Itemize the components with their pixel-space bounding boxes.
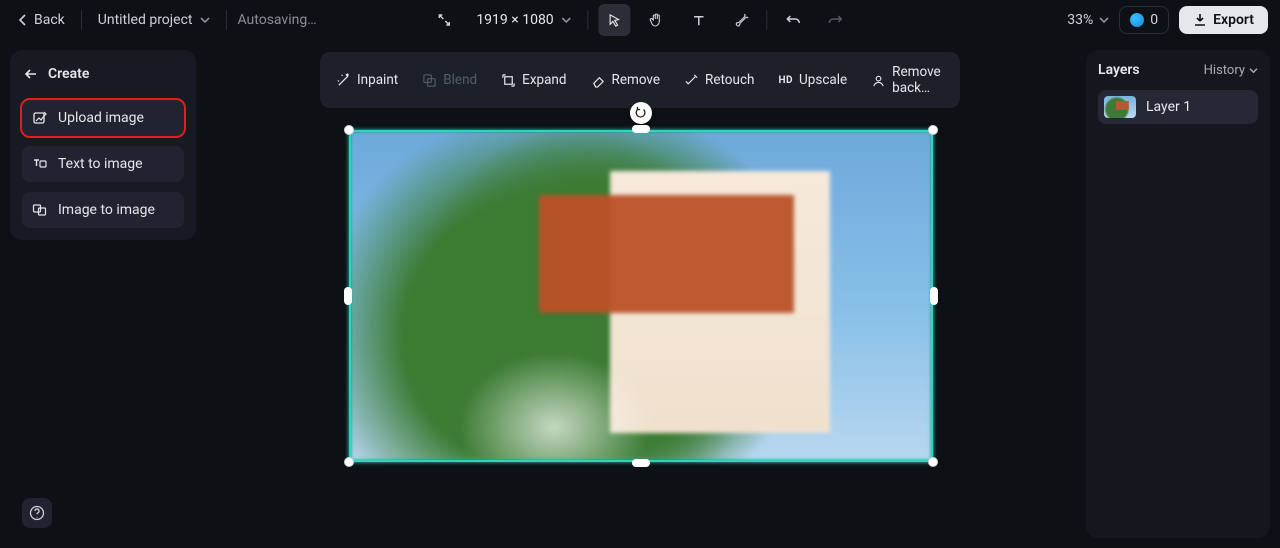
undo-button[interactable] <box>778 4 810 36</box>
resize-handle-right[interactable] <box>930 287 938 305</box>
rotate-handle[interactable] <box>630 102 652 124</box>
zoom-value: 33% <box>1067 12 1093 28</box>
remove-button[interactable]: Remove <box>579 64 673 96</box>
expand-button[interactable]: Expand <box>489 64 578 96</box>
resize-handle-bl[interactable] <box>344 457 354 467</box>
remove-label: Remove <box>612 72 661 88</box>
canvas-selection[interactable] <box>349 130 933 462</box>
chevron-down-icon <box>562 16 572 24</box>
rotate-icon <box>634 106 648 120</box>
inpaint-label: Inpaint <box>357 72 398 88</box>
eraser-icon <box>591 73 606 88</box>
credits-pill[interactable]: 0 <box>1119 6 1169 34</box>
divider <box>767 10 768 30</box>
chevron-left-icon <box>18 14 28 26</box>
retouch-label: Retouch <box>705 72 754 88</box>
undo-icon <box>786 13 802 27</box>
upload-image-label: Upload image <box>58 110 144 126</box>
image-to-image-label: Image to image <box>58 202 155 218</box>
resize-canvas-button[interactable] <box>428 4 460 36</box>
back-button[interactable]: Back <box>12 8 71 32</box>
resize-handle-tr[interactable] <box>928 125 938 135</box>
context-toolbar: Inpaint Blend Expand Remove Retouch HD U… <box>320 52 960 108</box>
text-to-image-label: Text to image <box>58 156 143 172</box>
upscale-label: Upscale <box>799 72 847 88</box>
remove-bg-icon <box>871 73 886 88</box>
create-panel: Create Upload image Text to image Image … <box>10 50 196 240</box>
blend-button: Blend <box>410 64 489 96</box>
resize-handle-top[interactable] <box>632 125 650 133</box>
canvas-image[interactable] <box>349 130 933 462</box>
pan-tool-button[interactable] <box>641 4 673 36</box>
layers-panel: Layers History Layer 1 <box>1086 50 1270 538</box>
text-icon <box>691 13 706 28</box>
help-button[interactable] <box>22 498 52 528</box>
upscale-button[interactable]: HD Upscale <box>766 64 859 96</box>
divider <box>81 10 82 30</box>
history-label: History <box>1204 63 1245 78</box>
wand-icon <box>336 73 351 88</box>
back-label: Back <box>34 12 65 28</box>
brush-icon <box>733 12 749 28</box>
layer-label: Layer 1 <box>1146 99 1191 115</box>
redo-icon <box>828 13 844 27</box>
resize-handle-br[interactable] <box>928 457 938 467</box>
redo-button[interactable] <box>820 4 852 36</box>
text-to-image-button[interactable]: Text to image <box>22 146 184 182</box>
expand-label: Expand <box>522 72 566 88</box>
chevron-down-icon <box>200 16 210 24</box>
layer-item[interactable]: Layer 1 <box>1098 90 1258 124</box>
project-title: Untitled project <box>98 12 193 28</box>
layers-title: Layers <box>1098 62 1140 78</box>
blend-label: Blend <box>443 72 477 88</box>
export-button[interactable]: Export <box>1179 6 1268 34</box>
divider <box>588 10 589 30</box>
layer-thumbnail <box>1104 96 1136 118</box>
cursor-icon <box>607 13 622 28</box>
image-to-image-icon <box>32 202 48 218</box>
text-tool-button[interactable] <box>683 4 715 36</box>
create-collapse-icon <box>24 68 38 80</box>
download-icon <box>1193 13 1207 27</box>
brush-tool-button[interactable] <box>725 4 757 36</box>
project-title-dropdown[interactable]: Untitled project <box>92 8 217 32</box>
canvas-dimensions: 1919 × 1080 <box>476 12 553 28</box>
zoom-dropdown[interactable]: 33% <box>1067 12 1109 28</box>
resize-icon <box>436 12 452 28</box>
divider <box>226 10 227 30</box>
create-header[interactable]: Create <box>22 62 184 90</box>
history-dropdown[interactable]: History <box>1204 63 1258 78</box>
remove-bg-label: Remove back… <box>892 64 944 96</box>
credits-value: 0 <box>1150 12 1158 28</box>
resize-handle-tl[interactable] <box>344 125 354 135</box>
hd-icon: HD <box>778 75 793 86</box>
chevron-down-icon <box>1099 16 1109 24</box>
retouch-button[interactable]: Retouch <box>672 64 766 96</box>
retouch-icon <box>684 73 699 88</box>
credits-icon <box>1130 13 1144 27</box>
resize-handle-bottom[interactable] <box>632 459 650 467</box>
image-to-image-button[interactable]: Image to image <box>22 192 184 228</box>
top-bar: Back Untitled project Autosaving… 1919 ×… <box>0 0 1280 40</box>
help-icon <box>29 505 45 521</box>
upload-image-button[interactable]: Upload image <box>22 100 184 136</box>
blend-icon <box>422 73 437 88</box>
chevron-down-icon <box>1249 67 1258 74</box>
upload-image-icon <box>32 110 48 126</box>
remove-background-button[interactable]: Remove back… <box>859 56 956 104</box>
export-label: Export <box>1213 12 1254 28</box>
save-status: Autosaving… <box>237 12 316 28</box>
select-tool-button[interactable] <box>599 4 631 36</box>
create-title: Create <box>48 66 89 82</box>
resize-handle-left[interactable] <box>344 287 352 305</box>
hand-icon <box>649 12 665 28</box>
canvas-dimensions-dropdown[interactable]: 1919 × 1080 <box>470 8 577 32</box>
text-to-image-icon <box>32 156 48 172</box>
expand-icon <box>501 73 516 88</box>
inpaint-button[interactable]: Inpaint <box>324 64 410 96</box>
